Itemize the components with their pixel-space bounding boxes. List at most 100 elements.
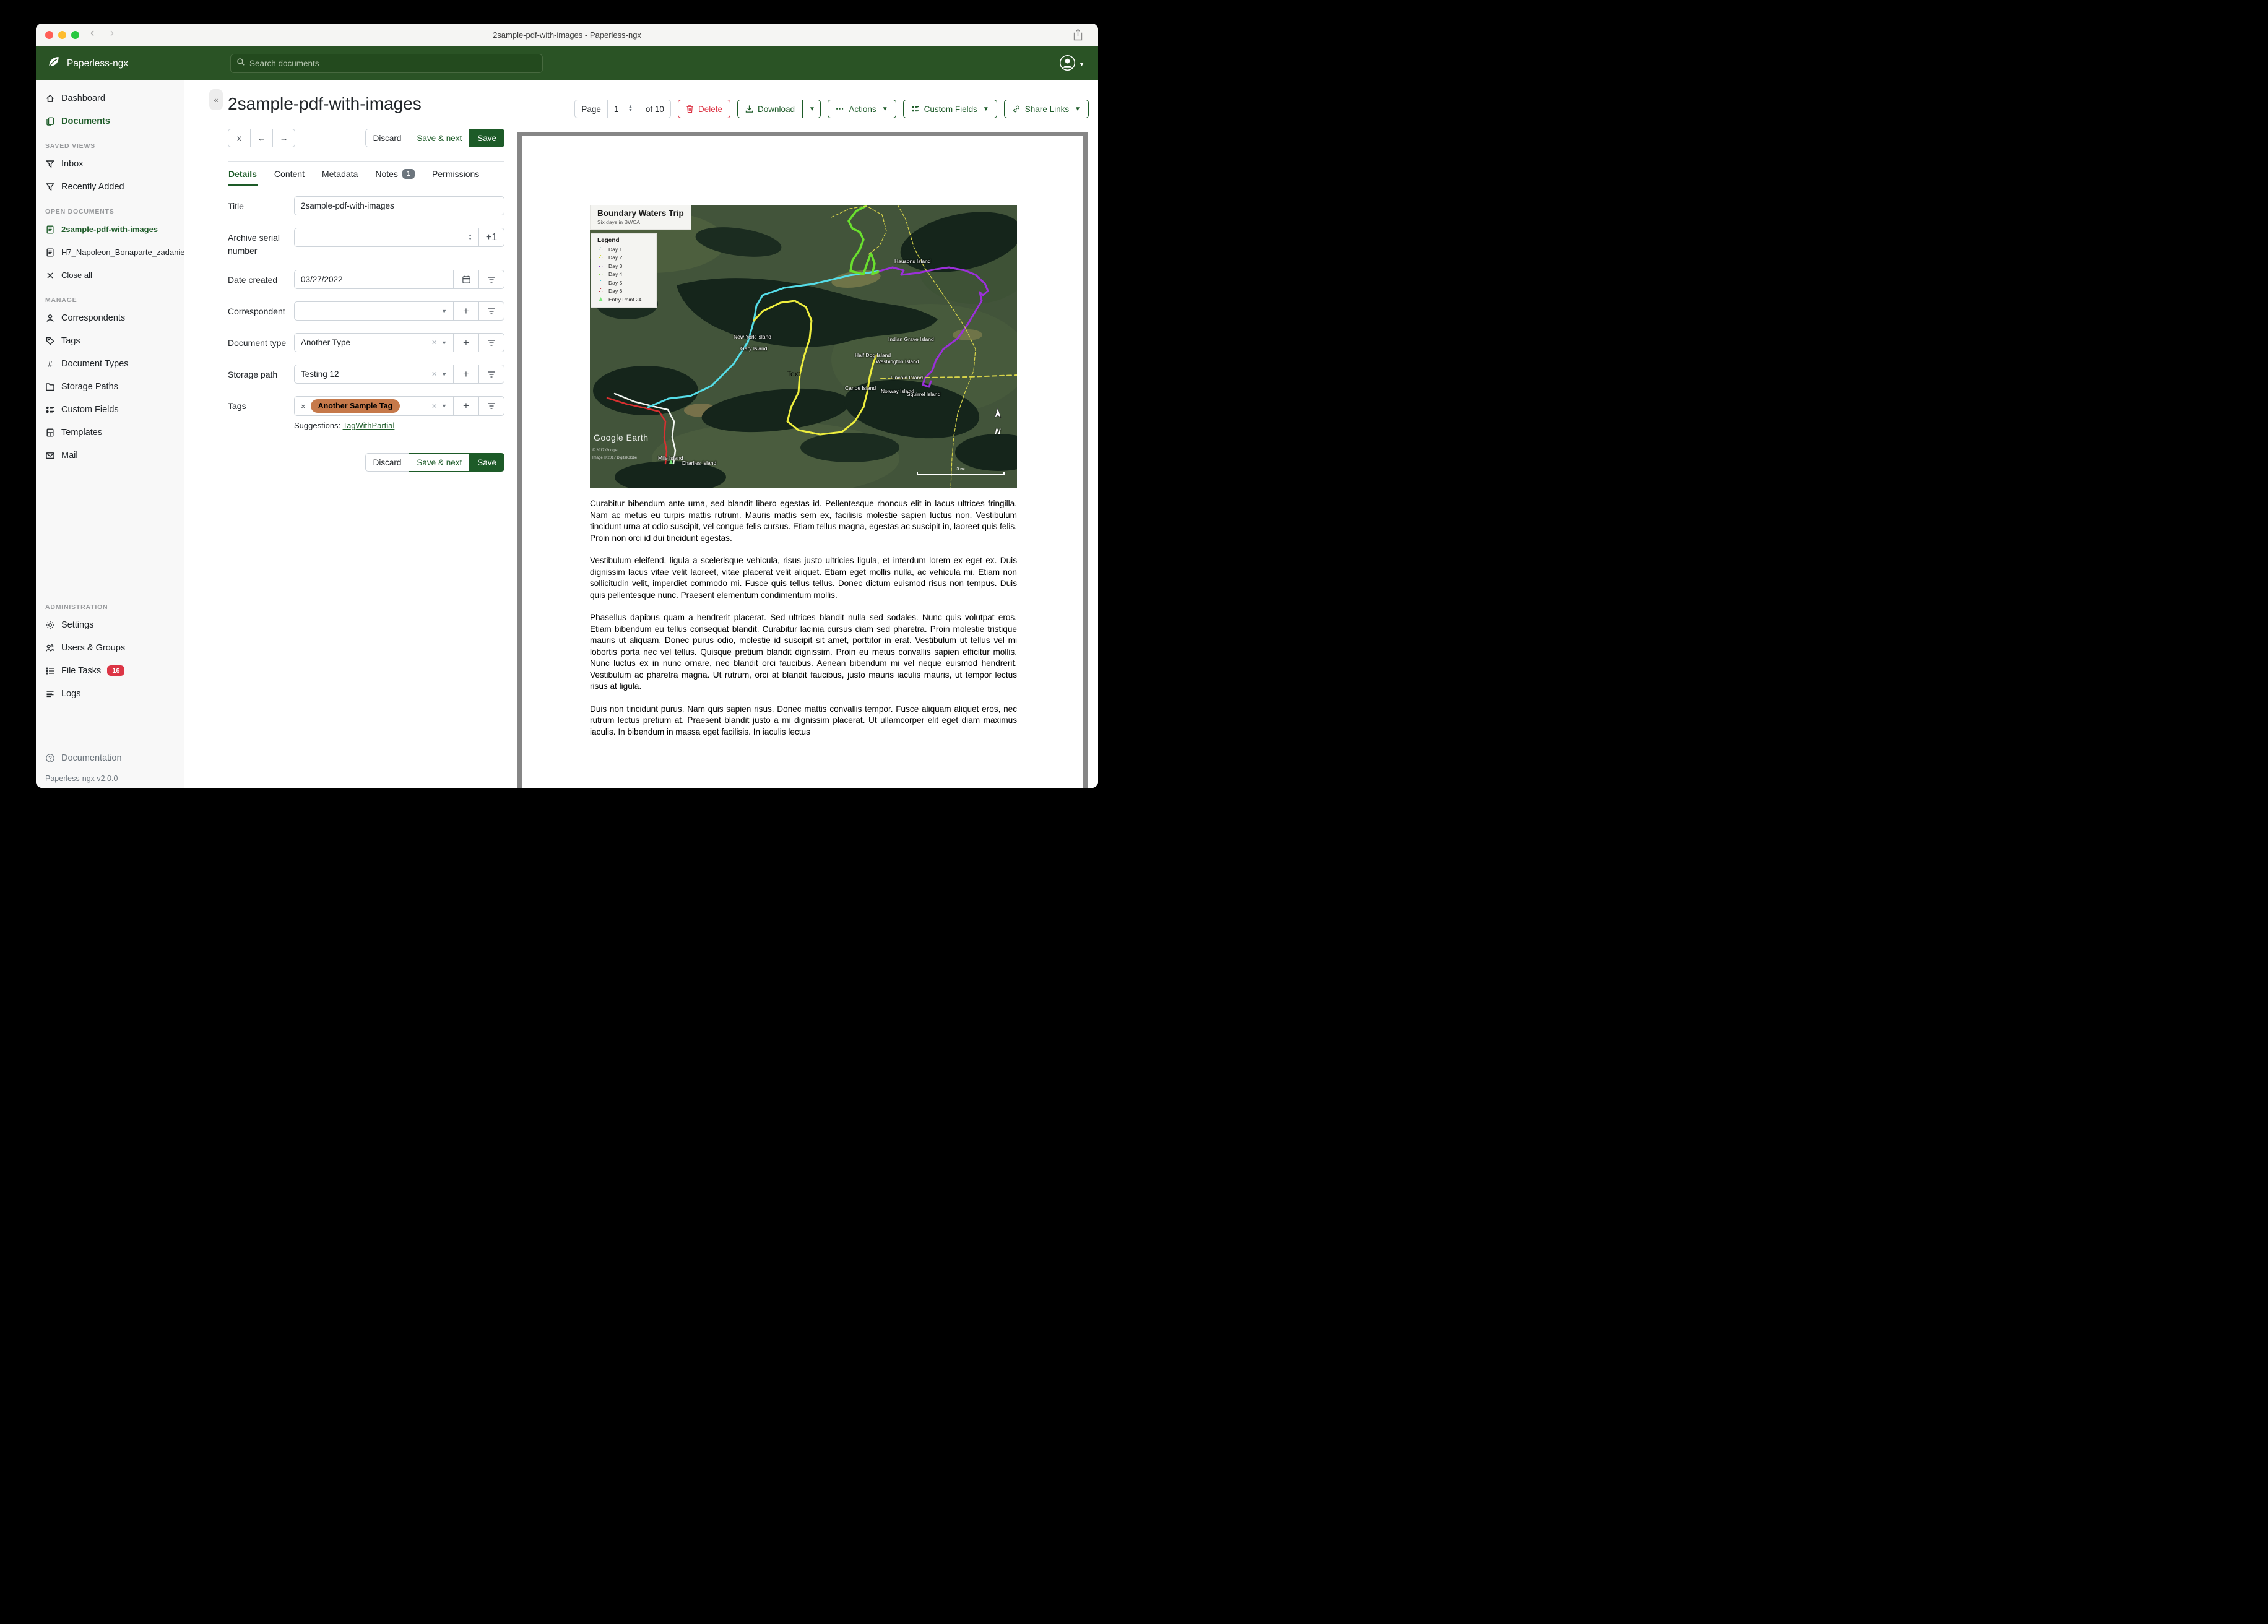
sidebar-item-custom-fields[interactable]: Custom Fields <box>36 398 184 421</box>
tab-metadata[interactable]: Metadata <box>321 162 358 186</box>
legend-row: ∴ Day 6 <box>597 288 650 295</box>
browser-back-icon[interactable]: ‹ <box>85 27 99 40</box>
sidebar-item-templates[interactable]: Templates <box>36 421 184 444</box>
sidebar-item-file-tasks[interactable]: File Tasks 16 <box>36 659 184 682</box>
asn-field-label: Archive serial number <box>228 233 280 256</box>
tab-label: Notes <box>375 169 398 179</box>
clear-icon[interactable]: × <box>427 337 441 348</box>
sidebar-item-document-types[interactable]: # Document Types <box>36 352 184 375</box>
tab-permissions[interactable]: Permissions <box>431 162 480 186</box>
tags-select[interactable]: × Another Sample Tag × ▼ <box>294 396 454 416</box>
date-filter-button[interactable] <box>478 270 504 289</box>
clear-icon[interactable]: × <box>427 401 441 412</box>
tab-details[interactable]: Details <box>228 162 258 186</box>
sidebar-item-users-groups[interactable]: Users & Groups <box>36 636 184 659</box>
sidebar-item-h7-napoleon-bonaparte-zadanie[interactable]: H7_Napoleon_Bonaparte_zadanie <box>36 241 184 264</box>
sidebar-item-mail[interactable]: Mail <box>36 444 184 467</box>
close-window-button[interactable] <box>45 31 53 39</box>
sidebar-item-documentation[interactable]: Documentation <box>36 746 184 769</box>
tab-label: Content <box>274 169 305 179</box>
tags-filter-button[interactable] <box>478 396 504 416</box>
add-correspondent-button[interactable]: + <box>453 301 479 321</box>
remove-tag-icon[interactable]: × <box>301 402 306 411</box>
discard-button[interactable]: Discard <box>365 129 410 147</box>
sidebar-section-heading: MANAGE <box>45 296 77 304</box>
folder-icon <box>45 382 55 392</box>
browser-forward-icon[interactable]: › <box>105 27 119 40</box>
storage-path-filter-button[interactable] <box>478 365 504 384</box>
search-input[interactable] <box>249 59 537 68</box>
tasks-icon <box>45 666 55 676</box>
map-place-label: Squirrel Island <box>907 391 941 397</box>
map-place-label: Lincoln Island <box>891 374 923 381</box>
asn-stepper-icon[interactable]: ▲ ▼ <box>468 233 472 241</box>
tab-notes[interactable]: Notes 1 <box>374 162 415 186</box>
sidebar-item-label: Documents <box>61 116 110 126</box>
calendar-button[interactable] <box>453 270 479 289</box>
minimize-window-button[interactable] <box>58 31 66 39</box>
sidebar-item-logs[interactable]: Logs <box>36 682 184 705</box>
chevron-down-icon[interactable]: ▼ <box>441 371 447 378</box>
sidebar-item-settings[interactable]: Settings <box>36 613 184 636</box>
page-stepper-icon[interactable]: ▲ ▼ <box>628 105 633 113</box>
sidebar-item-documents[interactable]: Documents <box>36 110 184 132</box>
save-button[interactable]: Save <box>469 453 504 472</box>
download-icon <box>745 105 753 113</box>
document-toolbar: Page 1 ▲ ▼ of 10 Delete Download ▼ ⋯ Act… <box>574 100 1089 118</box>
app-version: Paperless-ngx v2.0.0 <box>45 774 118 783</box>
app-brand[interactable]: Paperless-ngx <box>36 55 128 72</box>
tab-content[interactable]: Content <box>274 162 305 186</box>
sidebar-item-close-all[interactable]: Close all <box>36 264 184 287</box>
chevron-down-icon[interactable]: ▼ <box>441 403 447 409</box>
custom-fields-button[interactable]: Custom Fields ▼ <box>902 100 997 118</box>
close-document-button[interactable]: x <box>228 129 251 147</box>
discard-button[interactable]: Discard <box>365 453 410 472</box>
sidebar-item-correspondents[interactable]: Correspondents <box>36 306 184 329</box>
previous-document-button[interactable]: ← <box>250 129 273 147</box>
date-created-input[interactable] <box>301 275 447 284</box>
sidebar-item-dashboard[interactable]: Dashboard <box>36 87 184 110</box>
download-dropdown-button[interactable]: ▼ <box>802 100 821 118</box>
document-type-select[interactable]: Another Type × ▼ <box>294 333 454 352</box>
zoom-window-button[interactable] <box>71 31 79 39</box>
search-bar[interactable] <box>230 54 543 73</box>
correspondent-filter-button[interactable] <box>478 301 504 321</box>
add-tag-button[interactable]: + <box>453 396 479 416</box>
sidebar-item-2sample-pdf-with-images[interactable]: 2sample-pdf-with-images <box>36 218 184 241</box>
tag-chip[interactable]: Another Sample Tag <box>310 399 400 413</box>
add-storage-path-button[interactable]: + <box>453 365 479 384</box>
legend-title: Legend <box>597 237 620 244</box>
suggestion-link[interactable]: TagWithPartial <box>343 421 395 430</box>
sidebar-item-storage-paths[interactable]: Storage Paths <box>36 375 184 398</box>
chevron-down-icon[interactable]: ▼ <box>441 340 447 346</box>
asn-plus-one-button[interactable]: +1 <box>478 228 504 247</box>
delete-button[interactable]: Delete <box>677 100 730 118</box>
users-icon <box>45 643 55 653</box>
save-next-button[interactable]: Save & next <box>409 129 470 147</box>
pdf-preview-pane[interactable]: Boundary Waters Trip Six days in BWCA Le… <box>517 132 1088 788</box>
page-number-input[interactable]: 1 ▲ ▼ <box>607 100 639 118</box>
storage-path-select[interactable]: Testing 12 × ▼ <box>294 365 454 384</box>
sidebar-item-label: Templates <box>61 427 103 438</box>
share-links-button[interactable]: Share Links ▼ <box>1003 100 1089 118</box>
asn-input[interactable] <box>301 233 469 242</box>
clear-icon[interactable]: × <box>427 369 441 379</box>
user-menu[interactable]: ▼ <box>1059 54 1084 74</box>
save-button[interactable]: Save <box>469 129 504 147</box>
chevron-down-icon[interactable]: ▼ <box>441 308 447 314</box>
sidebar-collapse-button[interactable]: « <box>209 89 223 110</box>
document-type-filter-button[interactable] <box>478 333 504 352</box>
download-button[interactable]: Download <box>737 100 803 118</box>
actions-button[interactable]: ⋯ Actions ▼ <box>827 100 896 118</box>
add-document-type-button[interactable]: + <box>453 333 479 352</box>
sidebar-item-inbox[interactable]: Inbox <box>36 152 184 175</box>
save-next-button[interactable]: Save & next <box>409 453 470 472</box>
next-document-button[interactable]: → <box>272 129 295 147</box>
sidebar-item-recently-added[interactable]: Recently Added <box>36 175 184 198</box>
document-icon <box>45 225 55 235</box>
sidebar-item-tags[interactable]: Tags <box>36 329 184 352</box>
correspondent-select[interactable]: ▼ <box>294 301 454 321</box>
share-icon[interactable] <box>1073 28 1083 44</box>
title-input[interactable] <box>301 201 498 210</box>
download-label: Download <box>757 104 795 114</box>
